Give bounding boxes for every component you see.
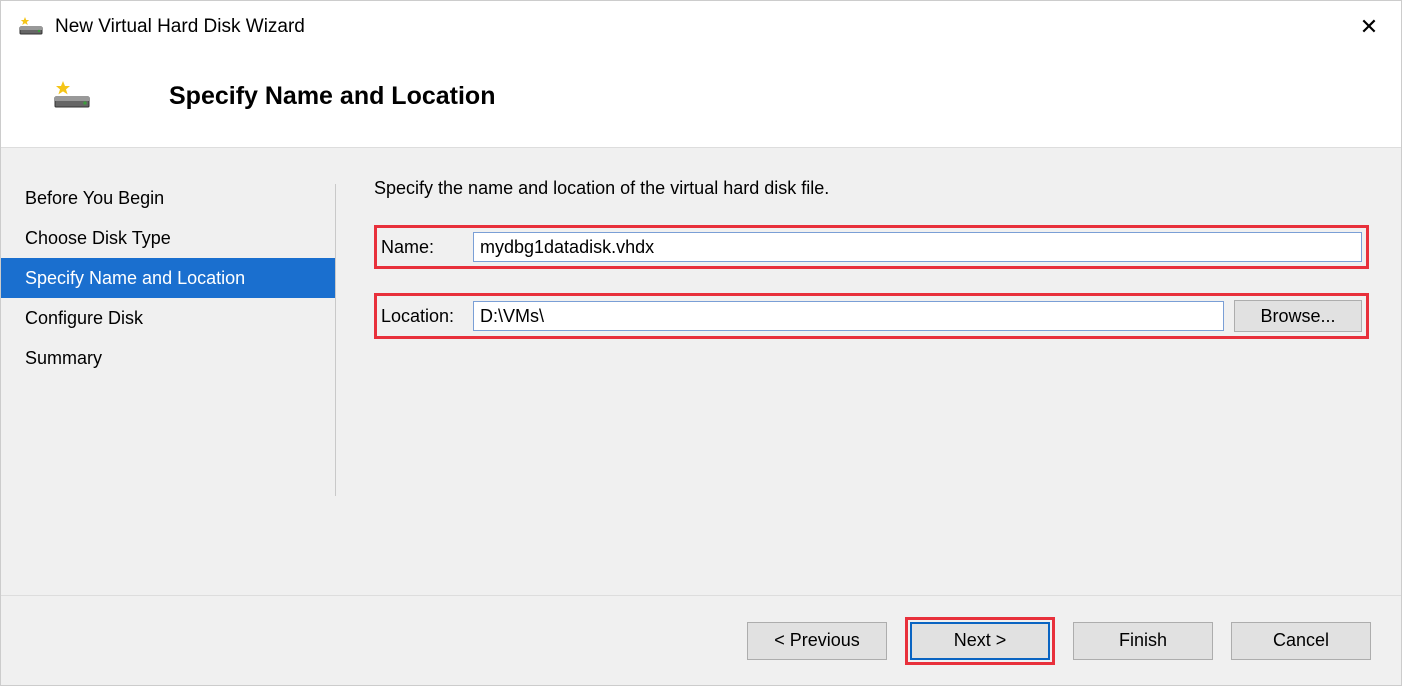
name-field-row: Name: (374, 225, 1369, 269)
step-configure-disk[interactable]: Configure Disk (1, 298, 336, 338)
finish-button[interactable]: Finish (1073, 622, 1213, 660)
instruction-text: Specify the name and location of the vir… (374, 178, 1369, 199)
previous-button[interactable]: < Previous (747, 622, 887, 660)
location-input[interactable] (473, 301, 1224, 331)
location-label: Location: (381, 306, 473, 327)
close-button[interactable]: ✕ (1349, 7, 1389, 47)
name-input[interactable] (473, 232, 1362, 262)
wizard-content: Specify the name and location of the vir… (336, 148, 1401, 595)
wizard-steps-sidebar: Before You Begin Choose Disk Type Specif… (1, 148, 336, 595)
window-title: New Virtual Hard Disk Wizard (55, 16, 305, 38)
wizard-footer: < Previous Next > Finish Cancel (1, 595, 1401, 685)
next-button-highlight: Next > (905, 617, 1055, 665)
wizard-header: Specify Name and Location (1, 53, 1401, 147)
step-summary[interactable]: Summary (1, 338, 336, 378)
name-label: Name: (381, 237, 473, 258)
step-before-you-begin[interactable]: Before You Begin (1, 178, 336, 218)
wizard-body: Before You Begin Choose Disk Type Specif… (1, 147, 1401, 595)
cancel-button[interactable]: Cancel (1231, 622, 1371, 660)
page-heading: Specify Name and Location (169, 82, 495, 111)
title-bar: New Virtual Hard Disk Wizard ✕ (1, 1, 1401, 53)
disk-icon (19, 15, 43, 39)
next-button[interactable]: Next > (910, 622, 1050, 660)
step-specify-name-location[interactable]: Specify Name and Location (1, 258, 336, 298)
disk-icon (51, 81, 95, 111)
browse-button[interactable]: Browse... (1234, 300, 1362, 332)
location-field-row: Location: Browse... (374, 293, 1369, 339)
step-choose-disk-type[interactable]: Choose Disk Type (1, 218, 336, 258)
